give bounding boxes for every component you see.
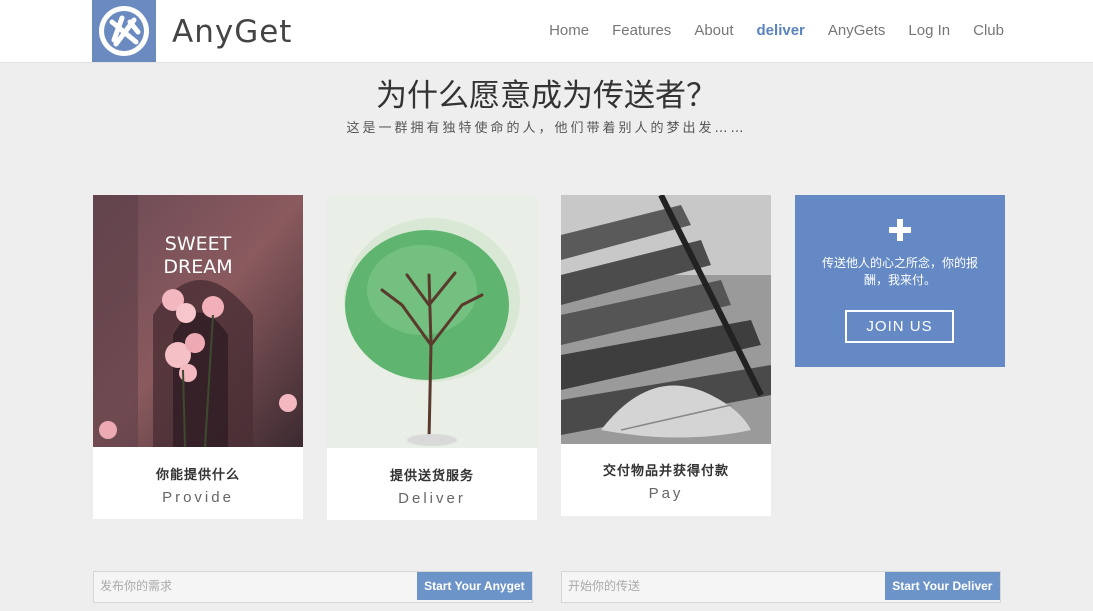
deliver-form: Start Your Deliver xyxy=(561,571,1001,603)
nav-features[interactable]: Features xyxy=(612,22,671,39)
card-title-cn: 你能提供什么 xyxy=(155,468,240,483)
card-title-en: Deliver xyxy=(398,490,466,507)
tree-image xyxy=(327,195,537,448)
brand-name[interactable]: AnyGet xyxy=(172,14,292,50)
card-title-cn: 交付物品并获得付款 xyxy=(602,464,729,479)
nav-login[interactable]: Log In xyxy=(908,22,950,39)
card-title-en: Provide xyxy=(162,489,234,506)
join-us-button[interactable]: JOIN US xyxy=(845,310,954,343)
deliver-input[interactable] xyxy=(562,572,885,600)
nav-deliver[interactable]: deliver xyxy=(757,22,805,39)
page-subtitle: 这是一群拥有独特使命的人，他们带着别人的梦出发…… xyxy=(346,121,747,136)
join-text: 传送他人的心之所念，你的报酬，我来付。 xyxy=(821,256,978,287)
top-header: AnyGet Home Features About deliver AnyGe… xyxy=(0,0,1093,63)
image-word-sweet: SWEET xyxy=(165,233,232,255)
sweet-dream-image: SWEET DREAM xyxy=(93,195,303,447)
plus-icon xyxy=(889,219,911,241)
nav-home[interactable]: Home xyxy=(549,22,589,39)
main-nav: Home Features About deliver AnyGets Log … xyxy=(526,22,1004,39)
anyget-form: Start Your Anyget xyxy=(93,571,533,603)
nav-anygets[interactable]: AnyGets xyxy=(828,22,886,39)
nav-club[interactable]: Club xyxy=(973,22,1004,39)
image-word-dream: DREAM xyxy=(163,256,232,278)
bench-image xyxy=(561,195,771,444)
pay-card: 交付物品并获得付款 Pay xyxy=(561,195,771,516)
card-title-cn: 提供送货服务 xyxy=(389,469,474,484)
start-deliver-button[interactable]: Start Your Deliver xyxy=(884,572,1000,600)
need-input[interactable] xyxy=(94,572,417,600)
page-title: 为什么愿意成为传送者？ xyxy=(376,78,717,114)
nav-about[interactable]: About xyxy=(694,22,733,39)
start-anyget-button[interactable]: Start Your Anyget xyxy=(416,572,532,600)
provide-card: SWEET DREAM 你能提供什么 Provide xyxy=(93,195,303,519)
logo-icon[interactable] xyxy=(92,0,156,62)
join-card: 传送他人的心之所念，你的报酬，我来付。 JOIN US xyxy=(795,195,1005,367)
deliver-card: 提供送货服务 Deliver xyxy=(327,195,537,520)
card-title-en: Pay xyxy=(648,485,684,502)
